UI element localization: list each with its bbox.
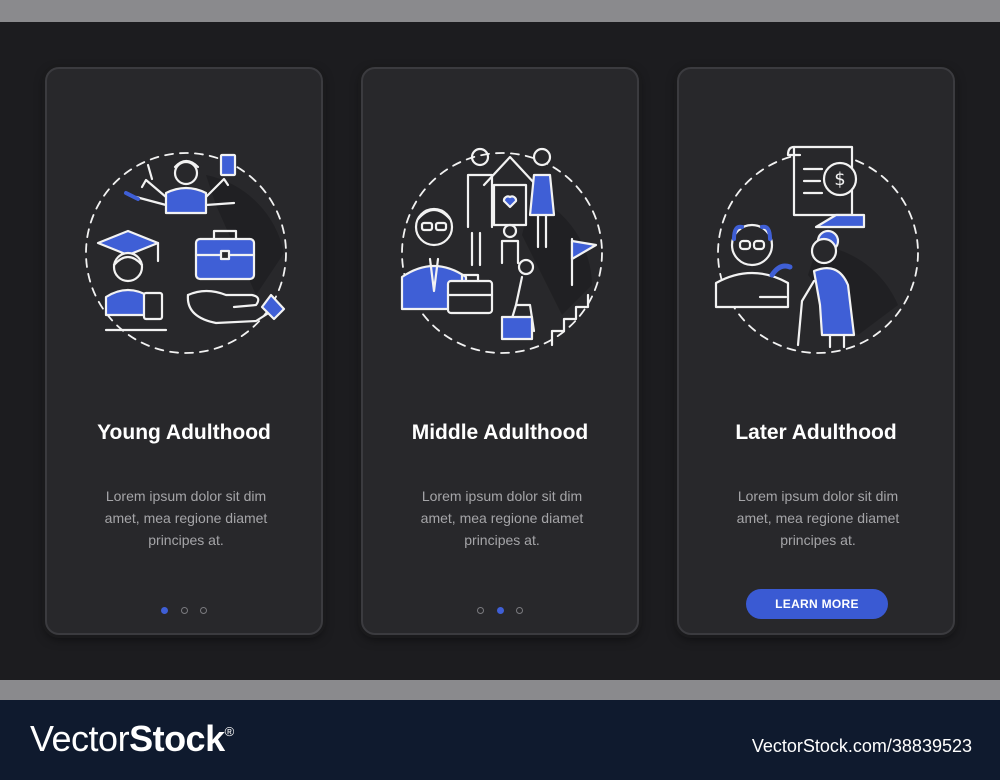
top-border	[0, 0, 1000, 22]
onboarding-card-later-adulthood: $ Later Adulthood Lorem ipsum dolor sit …	[677, 67, 955, 635]
pagination-dots	[47, 601, 321, 619]
pagination-dot-2[interactable]	[496, 607, 504, 614]
onboarding-card-young-adulthood: Young Adulthood Lorem ipsum dolor sit di…	[45, 67, 323, 635]
later-adulthood-illustration: $	[698, 135, 938, 365]
vectorstock-logo: VectorStock®	[30, 718, 234, 760]
image-id-text: VectorStock.com/38839523	[751, 736, 972, 756]
watermark-footer: VectorStock® VectorStock.com/38839523	[0, 700, 1000, 780]
pagination-dot-1[interactable]	[477, 607, 485, 614]
svg-text:$: $	[834, 169, 845, 190]
graduate-icon	[96, 229, 168, 332]
pagination-dot-3[interactable]	[515, 607, 523, 614]
onboarding-screens: Young Adulthood Lorem ipsum dolor sit di…	[0, 22, 1000, 680]
pagination-dots	[363, 601, 637, 619]
elderly-woman-icon	[796, 229, 856, 349]
elderly-man-icon	[714, 223, 793, 309]
briefcase-icon	[194, 229, 256, 281]
pension-document-icon: $	[786, 145, 866, 229]
middle-adulthood-illustration	[382, 135, 622, 365]
onboarding-card-middle-adulthood: Middle Adulthood Lorem ipsum dolor sit d…	[361, 67, 639, 635]
card-title: Middle Adulthood	[411, 421, 589, 444]
pagination-dot-1[interactable]	[161, 607, 169, 614]
learn-more-button[interactable]: LEARN MORE	[746, 589, 888, 619]
card-title: Young Adulthood	[97, 421, 271, 444]
card-description: Lorem ipsum dolor sit dim amet, mea regi…	[736, 488, 900, 548]
businessman-icon	[400, 207, 494, 315]
helping-hand-icon	[186, 289, 286, 325]
pagination-dot-3[interactable]	[199, 607, 207, 614]
card-description: Lorem ipsum dolor sit dim amet, mea regi…	[104, 488, 268, 548]
brand-mark: ®	[224, 724, 235, 739]
card-title: Later Adulthood	[735, 421, 897, 444]
card-description: Lorem ipsum dolor sit dim amet, mea regi…	[420, 488, 584, 548]
pagination-dot-2[interactable]	[180, 607, 188, 614]
brand-regular: Vector	[30, 718, 130, 759]
brand-bold: Stock	[129, 718, 225, 759]
young-adulthood-illustration	[66, 135, 306, 365]
bottom-border	[0, 680, 1000, 700]
